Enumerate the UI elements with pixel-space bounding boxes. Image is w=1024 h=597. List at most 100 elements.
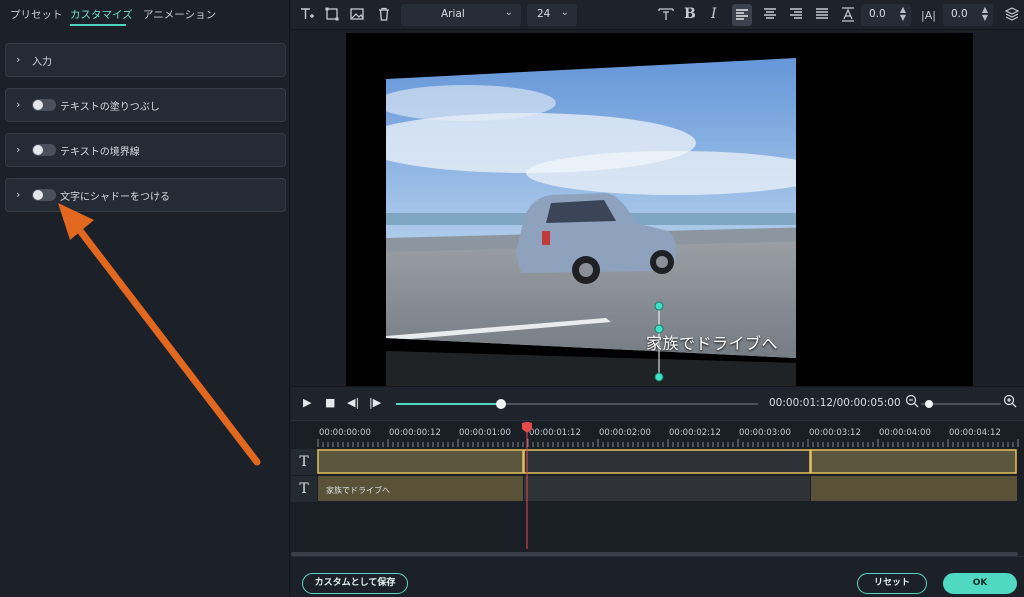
ruler-label: 00:00:01:00 — [459, 428, 511, 438]
zoom-slider[interactable] — [921, 395, 1001, 413]
letter-spacing-icon: |A| — [921, 9, 936, 22]
active-tab-indicator — [70, 24, 126, 26]
tab-bar: プリセット カスタマイズ アニメーション — [0, 0, 290, 30]
reset-button[interactable]: リセット — [857, 573, 927, 594]
char-spacing-value: 0.0 — [869, 8, 886, 20]
stop-icon[interactable]: ■ — [325, 396, 335, 409]
line-spacing-input[interactable]: 0.0 ▲ ▼ — [943, 4, 993, 26]
chevron-right-icon: › — [16, 53, 21, 66]
line-spacing-value: 0.0 — [951, 8, 968, 20]
car-hubcap — [656, 256, 668, 268]
preview-canvas[interactable]: 家族でドライブへ — [346, 33, 973, 386]
preview-area: 家族でドライブへ — [291, 31, 1024, 386]
stepper-icon[interactable]: ▲ ▼ — [900, 6, 906, 22]
transform-handle[interactable] — [654, 372, 664, 382]
selected-clip[interactable] — [317, 449, 524, 474]
toggle-knob — [33, 145, 43, 155]
playback-bar: ▶ ■ ◀| |▶ 00:00:01:12/00:00:05:00 — [291, 386, 1024, 420]
text-fill-toggle[interactable] — [32, 99, 56, 111]
text-toolbar: Arial ⌄ 24 ⌄ B I 0.0 ▲ ▼ |A| 0.0 ▲ ▼ — [291, 0, 1024, 30]
car-hubcap — [579, 263, 593, 277]
char-spacing-input[interactable]: 0.0 ▲ ▼ — [861, 4, 911, 26]
crop-icon[interactable] — [324, 6, 340, 26]
text-border-toggle[interactable] — [32, 144, 56, 156]
car-window — [546, 200, 616, 223]
play-icon[interactable]: ▶ — [303, 396, 311, 409]
section-input-label: 入力 — [32, 57, 52, 68]
align-left-button[interactable] — [732, 4, 752, 26]
reflection — [386, 351, 796, 386]
stepper-icon[interactable]: ▲ ▼ — [982, 6, 988, 22]
annotation-arrow-shaft — [74, 224, 261, 466]
zoom-in-icon[interactable] — [1003, 394, 1017, 411]
text-size-icon[interactable] — [658, 6, 674, 26]
zoom-out-icon[interactable] — [905, 394, 919, 411]
ruler-label: 00:00:03:00 — [739, 428, 791, 438]
timeline: 00:00:00:00 00:00:00:12 00:00:01:00 00:0… — [291, 420, 1024, 556]
time-ruler[interactable]: 00:00:00:00 00:00:00:12 00:00:01:00 00:0… — [317, 421, 1024, 447]
zoom-knob[interactable] — [925, 400, 933, 408]
section-input[interactable]: › 入力 — [5, 43, 286, 77]
chevron-right-icon: › — [16, 98, 21, 111]
ruler-label: 00:00:03:12 — [809, 428, 861, 438]
font-family-value: Arial — [441, 8, 465, 20]
text-track-icon[interactable]: T — [291, 476, 317, 502]
text-clip[interactable] — [524, 476, 810, 501]
cloud — [526, 151, 796, 195]
tab-customize[interactable]: カスタマイズ — [70, 7, 133, 22]
playhead[interactable] — [521, 421, 533, 551]
align-justify-icon[interactable] — [814, 6, 830, 26]
align-center-icon[interactable] — [762, 6, 778, 26]
ruler-label: 00:00:02:00 — [599, 428, 651, 438]
left-panel: プリセット カスタマイズ アニメーション › 入力 › テキストの塗りつぶし ›… — [0, 0, 290, 597]
align-right-icon[interactable] — [788, 6, 804, 26]
selected-clip[interactable] — [523, 449, 811, 474]
text-clip[interactable] — [811, 476, 1017, 501]
selected-clip[interactable] — [810, 449, 1017, 474]
trash-icon[interactable] — [376, 6, 392, 26]
ok-button[interactable]: OK — [943, 573, 1017, 594]
rotate-handle[interactable] — [654, 301, 664, 311]
ruler-label: 00:00:04:00 — [879, 428, 931, 438]
font-family-select[interactable]: Arial ⌄ — [401, 4, 521, 26]
footer: カスタムとして保存 リセット OK — [291, 556, 1024, 597]
text-baseline-icon[interactable] — [840, 6, 856, 26]
next-frame-icon[interactable]: |▶ — [369, 396, 381, 409]
clip-label: 家族でドライブへ — [326, 486, 390, 495]
tab-preset[interactable]: プリセット — [10, 7, 63, 22]
ruler-label: 00:00:01:12 — [529, 428, 581, 438]
track-clips — [317, 449, 1017, 501]
toggle-knob — [33, 100, 43, 110]
progress-knob[interactable] — [496, 399, 506, 409]
text-add-icon[interactable] — [299, 6, 315, 26]
chevron-down-icon: ⌄ — [560, 7, 569, 18]
toggle-knob — [33, 190, 43, 200]
font-size-value: 24 — [537, 8, 551, 20]
prev-frame-icon[interactable]: ◀| — [347, 396, 359, 409]
section-text-fill-label: テキストの塗りつぶし — [60, 102, 160, 113]
tick-group — [317, 439, 1019, 447]
ruler-label: 00:00:00:00 — [319, 428, 371, 438]
bold-icon[interactable]: B — [684, 6, 696, 22]
section-text-border-label: テキストの境界線 — [60, 147, 140, 158]
section-text-border[interactable]: › テキストの境界線 — [5, 133, 286, 167]
section-text-fill[interactable]: › テキストの塗りつぶし — [5, 88, 286, 122]
text-track-icon[interactable]: T — [291, 449, 317, 475]
ruler-label: 00:00:04:12 — [949, 428, 1001, 438]
layers-icon[interactable] — [1004, 6, 1020, 26]
car-tail-light — [542, 231, 550, 245]
ruler-label: 00:00:00:12 — [389, 428, 441, 438]
text-shadow-toggle[interactable] — [32, 189, 56, 201]
save-custom-button[interactable]: カスタムとして保存 — [302, 573, 408, 594]
preview-caption[interactable]: 家族でドライブへ — [646, 330, 778, 354]
section-text-shadow[interactable]: › 文字にシャドーをつける — [5, 178, 286, 212]
progress-slider[interactable] — [396, 395, 758, 413]
tab-animation[interactable]: アニメーション — [143, 7, 216, 22]
section-text-shadow-label: 文字にシャドーをつける — [60, 192, 170, 203]
align-left-icon — [736, 9, 748, 20]
chevron-right-icon: › — [16, 188, 21, 201]
chevron-right-icon: › — [16, 143, 21, 156]
italic-icon[interactable]: I — [711, 6, 717, 22]
font-size-select[interactable]: 24 ⌄ — [527, 4, 577, 26]
image-icon[interactable] — [349, 6, 365, 26]
